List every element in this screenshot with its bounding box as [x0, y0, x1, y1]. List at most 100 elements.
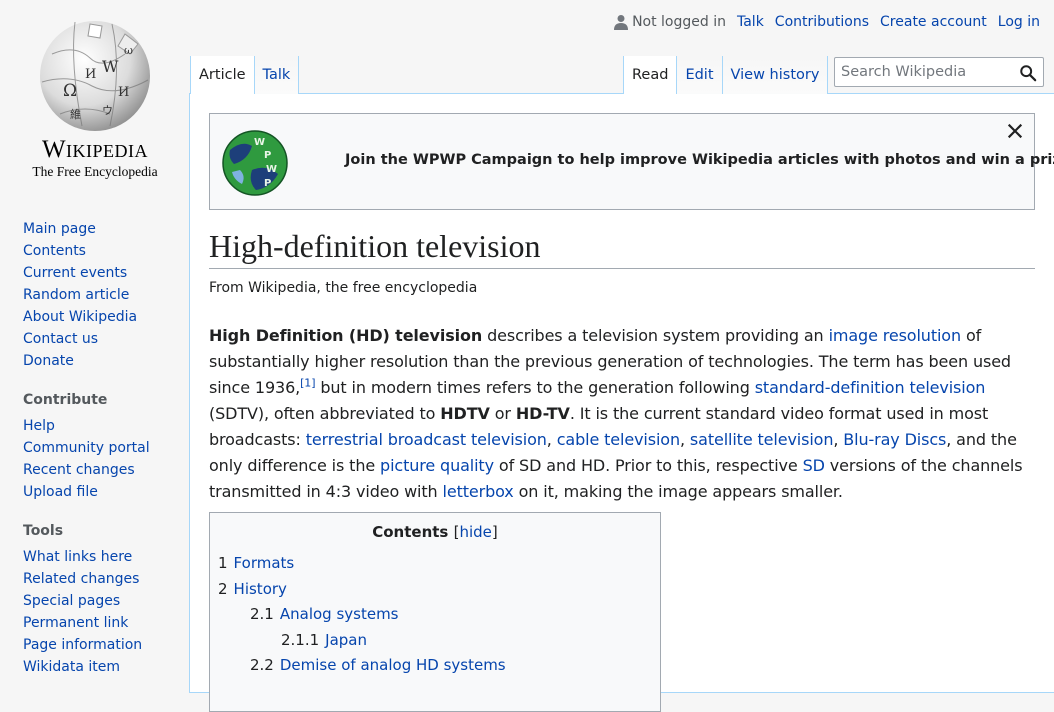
tab-edit[interactable]: Edit — [677, 56, 723, 94]
sidebar-item-contents[interactable]: Contents — [23, 243, 86, 259]
svg-text:P: P — [264, 150, 271, 161]
sidebar-item-main-page[interactable]: Main page — [23, 221, 96, 237]
toc-item-link[interactable]: History — [234, 580, 287, 598]
sidebar-item-permanent-link[interactable]: Permanent link — [23, 615, 128, 631]
tab-view-history-label: View history — [730, 67, 820, 83]
svg-text:維: 維 — [70, 108, 81, 121]
bold-term: HD-TV — [515, 404, 570, 423]
user-talk-link[interactable]: Talk — [737, 14, 764, 30]
toc-list: 1 Formats 2 History 2.1 Analog systems 2.1.1 Ja… — [218, 551, 506, 679]
contributions-link[interactable]: Contributions — [775, 14, 869, 30]
sidebar-heading-tools: Tools — [23, 523, 64, 539]
namespace-tabs: Article Talk — [190, 56, 300, 94]
sidebar-item-page-information[interactable]: Page information — [23, 637, 142, 653]
sidebar-item-what-links-here[interactable]: What links here — [23, 549, 132, 565]
sidebar-item-donate[interactable]: Donate — [23, 353, 74, 369]
svg-text:И: И — [85, 67, 96, 82]
tab-talk-label: Talk — [262, 67, 291, 83]
lead-text: (SDTV), often abbreviated to — [209, 404, 441, 423]
not-logged-in-label: Not logged in — [632, 14, 726, 30]
toc-item[interactable]: 2.2 Demise of analog HD systems — [218, 653, 506, 679]
svg-text:Ω: Ω — [63, 81, 77, 101]
toc-item[interactable]: 2 History — [218, 577, 506, 603]
bold-term: High Definition (HD) television — [209, 326, 483, 345]
toc-item-number: 2 — [218, 579, 228, 598]
citation-link[interactable]: [1] — [300, 377, 315, 390]
tab-edit-label: Edit — [685, 67, 714, 83]
tab-article-label: Article — [199, 67, 246, 83]
search-icon[interactable] — [1019, 64, 1037, 82]
article-link[interactable]: satellite television — [690, 430, 834, 449]
svg-text:И: И — [118, 85, 129, 100]
toc-item-number: 2.1.1 — [281, 630, 320, 649]
article-link[interactable]: SD — [803, 456, 825, 475]
lead-text: but in modern times refers to the genera… — [315, 378, 755, 397]
wikipedia-wordmark: Wikipedia — [41, 136, 149, 163]
toc-item-link[interactable]: Formats — [234, 554, 295, 572]
svg-text:ウ: ウ — [102, 104, 113, 117]
view-tabs: Read Edit View history — [623, 56, 829, 94]
article-link[interactable]: picture quality — [380, 456, 494, 475]
toc-item-link[interactable]: Analog systems — [280, 605, 399, 623]
toc-item-number: 2.2 — [250, 656, 274, 674]
tab-talk[interactable]: Talk — [254, 56, 300, 94]
create-account-link[interactable]: Create account — [880, 14, 987, 30]
article-link[interactable]: Blu-ray Discs — [843, 430, 946, 449]
svg-text:W: W — [266, 164, 277, 175]
article-link[interactable]: terrestrial broadcast television — [306, 430, 547, 449]
tab-article[interactable]: Article — [191, 56, 255, 94]
sidebar-item-contact-us[interactable]: Contact us — [23, 331, 98, 347]
tab-read-label: Read — [632, 67, 669, 83]
search-input[interactable] — [841, 63, 1011, 81]
svg-text:ω: ω — [124, 44, 133, 57]
lead-text: , — [546, 430, 557, 449]
wpwp-globe-icon: WPWP — [222, 130, 288, 196]
lead-text: of SD and HD. Prior to this, respective — [493, 456, 803, 475]
article-link[interactable]: letterbox — [443, 482, 514, 501]
campaign-banner: WPWP Join the WPWP Campaign to help impr… — [209, 113, 1054, 210]
toc-item-link[interactable]: Japan — [325, 631, 367, 649]
lead-text: or — [489, 404, 516, 423]
sidebar-item-recent-changes[interactable]: Recent changes — [23, 462, 135, 478]
bold-term: HDTV — [440, 404, 490, 423]
sidebar-item-special-pages[interactable]: Special pages — [23, 593, 120, 609]
banner-message: Join the WPWP Campaign to help improve W… — [345, 152, 1054, 168]
citation: [1] — [300, 377, 315, 390]
close-icon[interactable] — [1006, 122, 1024, 140]
toc-item-link[interactable]: Demise of analog HD systems — [280, 656, 506, 674]
article-link[interactable]: image resolution — [829, 326, 962, 345]
wikipedia-globe-icon: Ω W И И 維 ウ ω — [40, 21, 150, 131]
toc-hide-toggle[interactable]: hide — [459, 523, 491, 541]
sidebar-item-random-article[interactable]: Random article — [23, 287, 129, 303]
lead-paragraph: High Definition (HD) television describe… — [209, 323, 1041, 505]
article-link[interactable]: standard-definition television — [755, 378, 986, 397]
not-logged-in-status: Not logged in — [614, 14, 726, 30]
article-link[interactable]: cable television — [557, 430, 680, 449]
tab-read[interactable]: Read — [624, 56, 678, 94]
toc-close-bracket: ] — [491, 523, 498, 541]
log-in-link[interactable]: Log in — [998, 14, 1040, 30]
toc-header: Contents [hide] — [210, 523, 660, 541]
sidebar-item-help[interactable]: Help — [23, 418, 55, 434]
lead-text: , — [679, 430, 690, 449]
toc-item[interactable]: 2.1 Analog systems — [218, 602, 506, 628]
wikipedia-tagline: The Free Encyclopedia — [32, 164, 158, 179]
sidebar-item-current-events[interactable]: Current events — [23, 265, 127, 281]
lead-text: , — [833, 430, 844, 449]
sidebar-item-about-wikipedia[interactable]: About Wikipedia — [23, 309, 137, 325]
sidebar-item-upload-file[interactable]: Upload file — [23, 484, 98, 500]
toc-item[interactable]: 1 Formats — [218, 551, 506, 577]
toc-item-number: 2.1 — [250, 605, 274, 623]
sidebar-tools: Tools What links here Related changes Sp… — [23, 521, 183, 680]
sidebar-item-related-changes[interactable]: Related changes — [23, 571, 139, 587]
toc-title: Contents — [372, 523, 449, 541]
toc-item[interactable]: 2.1.1 Japan — [218, 628, 506, 654]
site-subtitle: From Wikipedia, the free encyclopedia — [209, 280, 478, 296]
tab-view-history[interactable]: View history — [722, 56, 829, 94]
user-icon — [614, 15, 629, 30]
sidebar-navigation: Main page Contents Current events Random… — [23, 220, 183, 374]
wikipedia-logo[interactable]: Ω W И И 維 ウ ω Wikipedia The Free Encyclo… — [0, 0, 190, 200]
sidebar-item-community-portal[interactable]: Community portal — [23, 440, 150, 456]
sidebar-contribute: Contribute Help Community portal Recent … — [23, 390, 183, 505]
svg-text:P: P — [264, 178, 271, 189]
